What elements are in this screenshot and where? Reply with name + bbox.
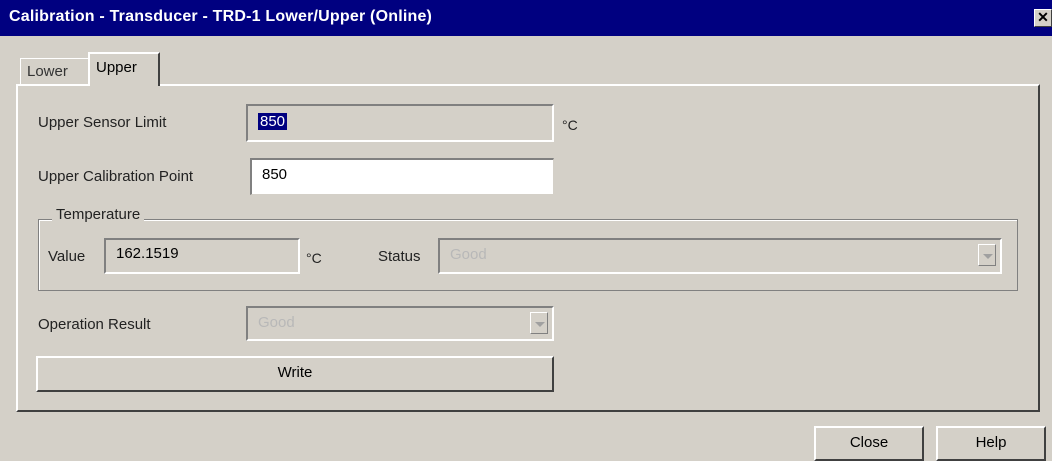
operation-result-label: Operation Result xyxy=(38,316,151,333)
operation-result-value: Good xyxy=(258,314,295,331)
upper-calibration-point-input[interactable]: 850 xyxy=(250,158,554,195)
temperature-value-label: Value xyxy=(48,248,86,265)
tab-lower[interactable]: Lower xyxy=(20,58,90,84)
write-button[interactable]: Write xyxy=(36,356,554,392)
temperature-value-field: 162.1519 xyxy=(104,238,300,274)
chevron-down-icon xyxy=(978,244,996,266)
temperature-status-label: Status xyxy=(378,248,421,265)
calibration-window: Calibration - Transducer - TRD-1 Lower/U… xyxy=(0,0,1052,461)
operation-result-combo: Good xyxy=(246,306,554,341)
close-button[interactable]: Close xyxy=(814,426,924,461)
upper-sensor-limit-label: Upper Sensor Limit xyxy=(38,114,167,131)
upper-calibration-point-value: 850 xyxy=(262,166,288,183)
upper-sensor-limit-field[interactable]: 850 xyxy=(246,104,554,142)
upper-calibration-point-label: Upper Calibration Point xyxy=(38,168,194,185)
help-button[interactable]: Help xyxy=(936,426,1046,461)
temperature-group-title: Temperature xyxy=(52,206,145,223)
upper-sensor-limit-value: 850 xyxy=(258,113,288,130)
close-icon[interactable]: ✕ xyxy=(1034,9,1052,27)
upper-sensor-limit-unit: °C xyxy=(562,117,578,133)
title-bar[interactable]: Calibration - Transducer - TRD-1 Lower/U… xyxy=(0,0,1052,36)
chevron-down-icon xyxy=(530,312,548,334)
temperature-value: 162.1519 xyxy=(116,245,179,262)
tab-upper[interactable]: Upper xyxy=(88,52,160,86)
temperature-status-combo: Good xyxy=(438,238,1002,274)
temperature-unit: °C xyxy=(306,250,322,266)
temperature-status-value: Good xyxy=(450,246,487,263)
window-title: Calibration - Transducer - TRD-1 Lower/U… xyxy=(9,8,433,25)
